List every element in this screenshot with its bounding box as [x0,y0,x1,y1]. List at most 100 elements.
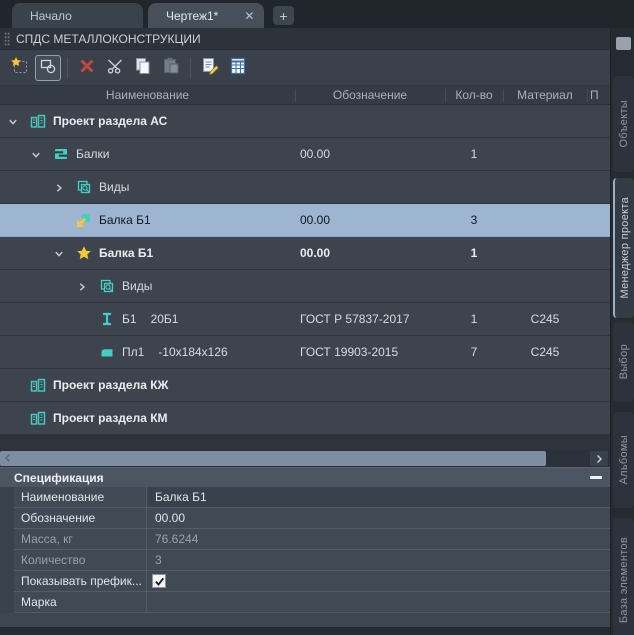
spec-property-value[interactable]: Балка Б1 [148,487,610,507]
collapse-minus-icon[interactable] [590,476,602,479]
column-divider[interactable] [295,89,296,102]
spec-row-gutter [0,508,14,529]
sidebar-top-button[interactable] [616,37,631,50]
side-tab-label: Объекты [618,100,630,147]
overlap-select-button[interactable] [35,55,61,81]
specification-property-grid: НаименованиеБалка Б1Обозначение00.00Масс… [0,487,610,613]
tree-row[interactable]: Виды [0,171,610,204]
side-tab-label: База элементов [618,537,630,623]
cell-quantity: 3 [445,204,503,236]
project-tree: Проект раздела АСБалки00.001ВидыБалка Б1… [0,105,610,435]
checkbox[interactable] [152,574,166,588]
tree-row[interactable]: Б120Б1ГОСТ Р 57837-20171С245 [0,303,610,336]
toolbar-separator [67,58,68,78]
building-icon [30,113,46,132]
tree-row[interactable]: Проект раздела КМ [0,402,610,435]
spec-row-gutter [0,592,14,613]
scroll-right-button[interactable] [590,451,608,466]
side-tab-5[interactable]: База элементов [613,518,634,635]
copy-button[interactable] [130,55,156,81]
column-divider[interactable] [587,89,588,102]
side-tab-2[interactable]: Менеджер проекта [613,178,634,318]
cell-quantity: 1 [445,303,503,335]
tab-start[interactable]: Начало [12,3,143,28]
tree-row[interactable]: Виды [0,270,610,303]
column-header-note[interactable]: П [590,86,610,105]
tree-item-label: Проект раздела АС [53,105,167,137]
spec-property-label: Показывать префик... [14,571,147,591]
new-group-icon [10,56,30,79]
spec-property-value[interactable]: 76.6244 [148,529,610,549]
application-window: Начало Чертеж1* ✕ + СПДС МЕТАЛЛОКОНСТРУК… [0,0,634,635]
spec-property-value[interactable] [148,592,610,612]
spec-property-label: Масса, кг [14,529,147,549]
specification-header[interactable]: Спецификация [0,467,610,487]
tree-row[interactable]: Проект раздела КЖ [0,369,610,402]
new-tab-button[interactable]: + [273,6,294,25]
tab-drawing1[interactable]: Чертеж1* ✕ [148,3,264,28]
column-header-name[interactable]: Наименование [0,86,295,105]
spec-property-value[interactable]: 3 [148,550,610,570]
spec-property-label: Количество [14,550,147,570]
spec-property-label: Обозначение [14,508,147,528]
tree-row[interactable]: Балка Б100.003 [0,204,610,237]
tree-row[interactable]: Проект раздела АС [0,105,610,138]
spec-row: Обозначение00.00 [0,508,610,529]
spec-row: Показывать префик... [0,571,610,592]
ibeam-icon [99,311,115,330]
side-tab-label: Менеджер проекта [619,197,631,299]
panel-titlebar[interactable]: СПДС МЕТАЛЛОКОНСТРУКЦИИ [0,28,610,50]
chevron-right-icon[interactable] [77,281,87,295]
edit-document-icon [200,56,220,79]
tree-item-label: Балка Б1 [99,204,151,236]
panel-toolbar [0,50,610,86]
tree-item-size: 20Б1 [151,312,179,326]
cell-quantity: 1 [445,237,503,269]
spec-row-gutter [0,529,14,550]
views-icon [76,179,92,198]
column-header-designation[interactable]: Обозначение [295,86,445,105]
chevron-down-icon[interactable] [31,149,41,163]
spec-row-gutter [0,487,14,508]
spec-row: Марка [0,592,610,613]
scroll-left-icon[interactable] [3,452,13,466]
spec-property-label: Наименование [14,487,147,507]
side-tab-4[interactable]: Альбомы [613,412,634,508]
delete-button[interactable] [74,55,100,81]
spec-property-value[interactable]: 00.00 [148,508,610,528]
side-tab-1[interactable]: Объекты [613,76,634,172]
paste-icon [161,56,181,79]
chevron-right-icon[interactable] [54,182,64,196]
specification-button[interactable] [225,55,251,81]
cut-icon [105,56,125,79]
edit-document-button[interactable] [197,55,223,81]
tree-row[interactable]: Балки00.001 [0,138,610,171]
horizontal-scrollbar[interactable] [0,450,610,467]
new-group-button[interactable] [7,55,33,81]
cut-button[interactable] [102,55,128,81]
grid-header-row: Наименование Обозначение Кол-во Материал… [0,86,610,105]
column-divider[interactable] [445,89,446,102]
spec-property-label: Марка [14,592,147,612]
column-header-quantity[interactable]: Кол-во [445,86,503,105]
tree-row[interactable]: Балка Б100.001 [0,237,610,270]
chevron-down-icon[interactable] [8,116,18,130]
tree-empty-area [0,435,610,450]
views-icon [99,278,115,297]
scroll-right-icon [594,454,604,464]
drag-grip-icon[interactable] [4,32,10,46]
beam-insert-icon [76,212,92,231]
scrollbar-thumb[interactable] [0,451,546,466]
tab-close-icon[interactable]: ✕ [244,9,254,23]
spec-row: НаименованиеБалка Б1 [0,487,610,508]
column-header-material[interactable]: Материал [503,86,587,105]
tree-row[interactable]: Пл1-10x184x126ГОСТ 19903-20157С245 [0,336,610,369]
tab-drawing1-label: Чертеж1* [166,9,218,23]
cell-designation: ГОСТ Р 57837-2017 [300,303,410,335]
chevron-down-icon[interactable] [54,248,64,262]
tree-item-label: Проект раздела КЖ [53,369,168,401]
column-divider[interactable] [503,89,504,102]
building-icon [30,410,46,429]
side-tab-3[interactable]: Выбор [613,322,634,402]
paste-button [158,55,184,81]
